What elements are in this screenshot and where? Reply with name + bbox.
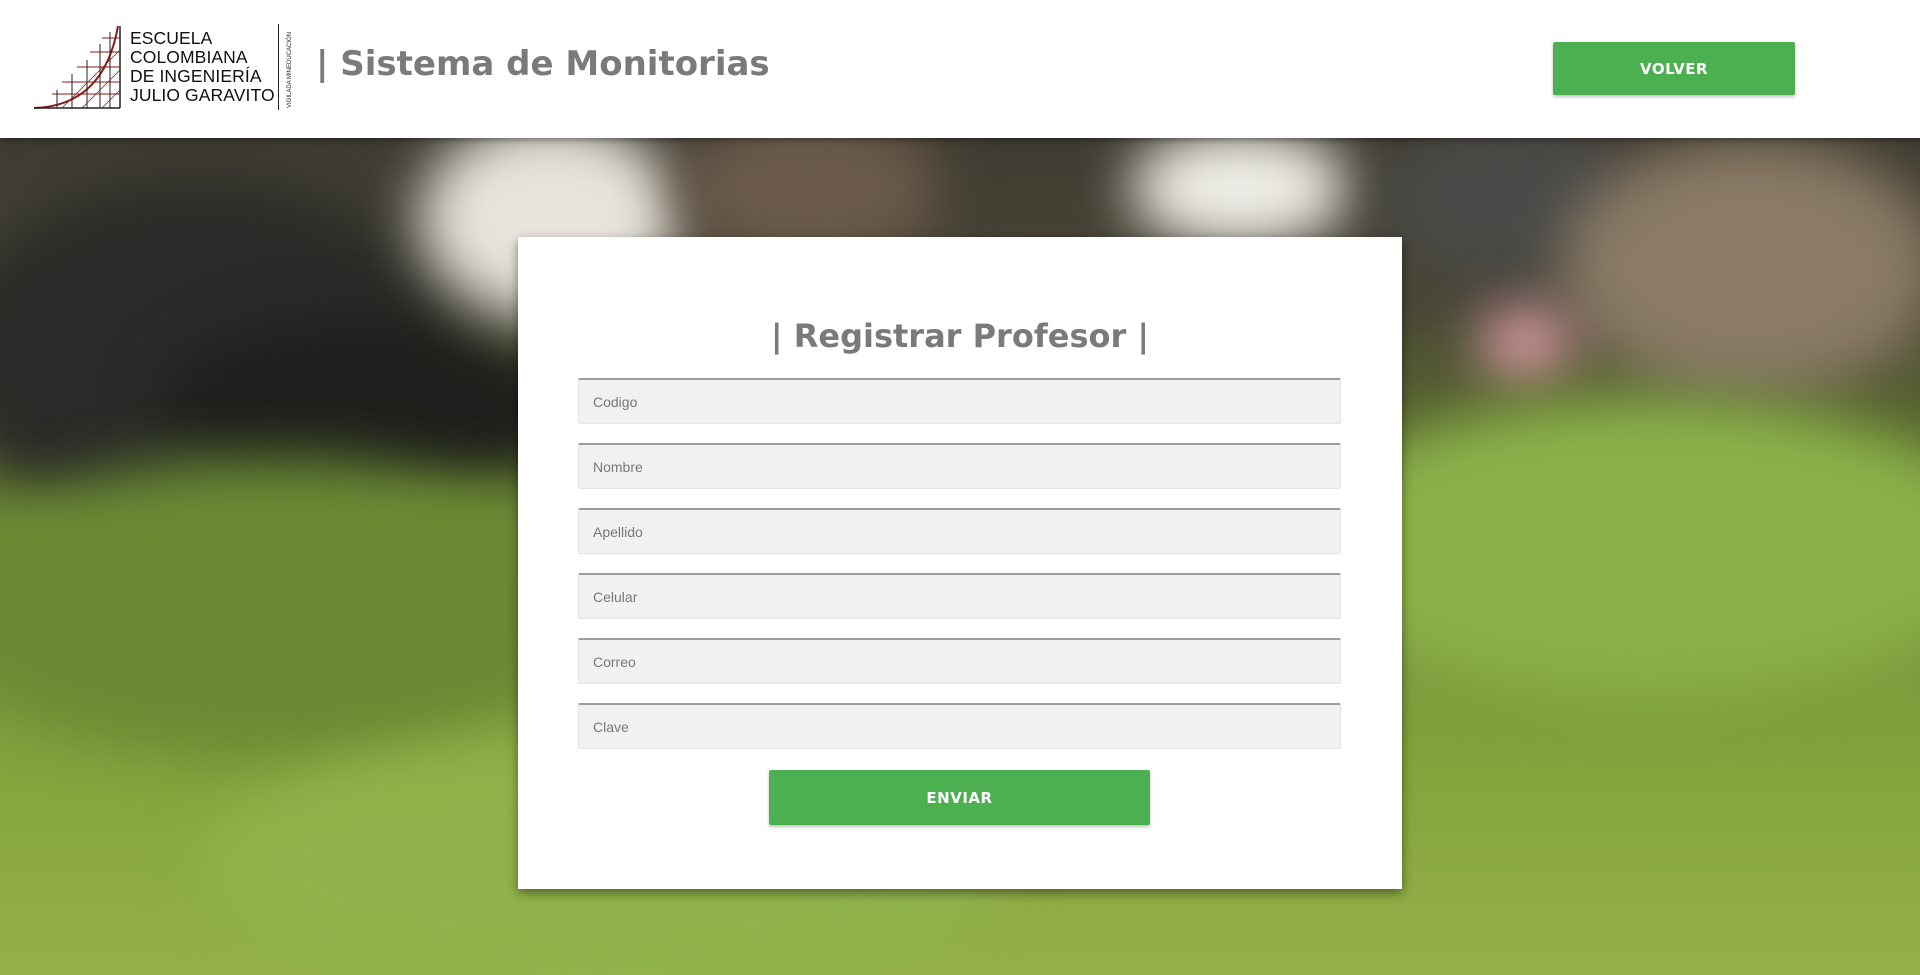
back-button[interactable]: VOLVER xyxy=(1553,42,1795,95)
logo-line: JULIO GARAVITO xyxy=(130,85,275,105)
register-card: | Registrar Profesor | ENVIAR xyxy=(518,237,1402,889)
site-title: | Sistema de Monitorias xyxy=(316,44,770,84)
logo-line: DE INGENIERÍA xyxy=(130,66,262,86)
clave-input[interactable] xyxy=(578,703,1341,749)
page: ESCUELA COLOMBIANA DE INGENIERÍA JULIO G… xyxy=(0,0,1920,975)
school-logo: ESCUELA COLOMBIANA DE INGENIERÍA JULIO G… xyxy=(32,22,293,112)
logo-line: ESCUELA xyxy=(130,28,213,48)
apellido-input[interactable] xyxy=(578,508,1341,554)
correo-input[interactable] xyxy=(578,638,1341,684)
logo-vertical-label: VIGILADA MINEDUCACIÓN xyxy=(278,24,293,110)
logo-line: COLOMBIANA xyxy=(130,47,248,67)
logo-vertical-text: VIGILADA MINEDUCACIÓN xyxy=(287,31,293,108)
logo-emblem-icon xyxy=(33,25,121,109)
nombre-input[interactable] xyxy=(578,443,1341,489)
top-header: ESCUELA COLOMBIANA DE INGENIERÍA JULIO G… xyxy=(0,0,1920,138)
celular-input[interactable] xyxy=(578,573,1341,619)
submit-button[interactable]: ENVIAR xyxy=(769,770,1150,825)
logo-wordmark: ESCUELA COLOMBIANA DE INGENIERÍA JULIO G… xyxy=(130,29,275,105)
form-title: | Registrar Profesor | xyxy=(770,317,1150,355)
codigo-input[interactable] xyxy=(578,378,1341,424)
